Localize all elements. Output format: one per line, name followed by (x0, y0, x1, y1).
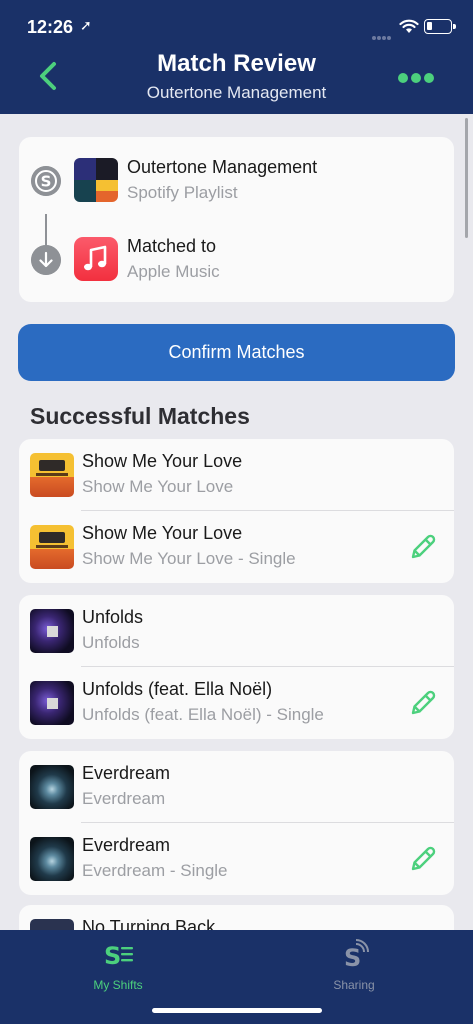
ellipsis-icon[interactable] (398, 70, 440, 83)
original-track-row[interactable]: Unfolds Unfolds (19, 595, 454, 667)
edit-pencil-icon[interactable] (409, 845, 437, 873)
destination-name: Apple Music (127, 262, 220, 281)
status-bar: 12:26 ➚ (0, 0, 473, 50)
page-subtitle: Outertone Management (146, 83, 327, 102)
arrow-down-icon (31, 245, 61, 275)
matched-label: Matched to (127, 236, 217, 256)
tab-label: My Shifts (93, 978, 143, 992)
match-card: No Turning Back (19, 905, 454, 930)
battery-icon (424, 19, 456, 34)
track-artwork (30, 681, 74, 725)
match-card: Everdream Everdream Everdream Everdream … (19, 751, 454, 895)
original-track-row[interactable]: Everdream Everdream (19, 751, 454, 823)
scrollbar[interactable] (465, 118, 468, 238)
track-artwork (30, 837, 74, 881)
svg-text:S: S (344, 944, 361, 970)
section-title: Successful Matches (30, 403, 250, 429)
track-subtitle: Show Me Your Love (82, 477, 234, 496)
wifi-icon (399, 19, 419, 33)
track-title: No Turning Back (82, 917, 216, 930)
track-subtitle: Unfolds (82, 633, 140, 652)
edit-pencil-icon[interactable] (409, 533, 437, 561)
track-title: Show Me Your Love (82, 451, 243, 471)
svg-text:S: S (104, 942, 121, 970)
track-artwork (30, 525, 74, 569)
edit-pencil-icon[interactable] (409, 689, 437, 717)
confirm-matches-button[interactable]: Confirm Matches (18, 324, 455, 381)
sharing-icon: S (344, 939, 369, 970)
shifts-list-icon: S (104, 942, 133, 970)
track-title: Everdream (82, 835, 171, 855)
matched-track-row[interactable]: Everdream Everdream - Single (19, 823, 454, 895)
content-area[interactable]: S Outertone Management Spotify Playlist … (0, 114, 473, 930)
playlist-name: Outertone Management (127, 157, 318, 177)
location-icon: ➚ (80, 17, 92, 33)
status-time: 12:26 (27, 17, 74, 37)
original-track-row[interactable]: Show Me Your Love Show Me Your Love (19, 439, 454, 511)
track-artwork (30, 609, 74, 653)
home-indicator (152, 1008, 322, 1013)
playlist-source: Spotify Playlist (127, 183, 238, 202)
matched-track-row[interactable]: Unfolds (feat. Ella Noël) Unfolds (feat.… (19, 667, 454, 739)
track-title: Unfolds (82, 607, 144, 627)
signal-icon (372, 27, 396, 40)
apple-music-icon (74, 237, 118, 281)
track-subtitle: Everdream - Single (82, 861, 228, 880)
match-card: Unfolds Unfolds Unfolds (feat. Ella Noël… (19, 595, 454, 739)
track-subtitle: Everdream (82, 789, 166, 808)
matched-track-row[interactable]: Show Me Your Love Show Me Your Love - Si… (19, 511, 454, 583)
playlist-artwork (74, 158, 118, 202)
track-artwork (30, 919, 74, 930)
nav-header: 12:26 ➚ Match Review Outertone Managemen… (0, 0, 473, 114)
track-title: Show Me Your Love (82, 523, 243, 543)
track-subtitle: Unfolds (feat. Ella Noël) - Single (82, 705, 324, 724)
shift-logo-icon: S (31, 166, 61, 196)
source-summary-card: S Outertone Management Spotify Playlist … (19, 137, 454, 302)
track-title: Everdream (82, 763, 171, 783)
track-artwork (30, 453, 74, 497)
svg-text:S: S (41, 173, 52, 191)
track-artwork (30, 765, 74, 809)
track-subtitle: Show Me Your Love - Single (82, 549, 296, 568)
tab-label: Sharing (333, 978, 375, 992)
match-card: Show Me Your Love Show Me Your Love Show… (19, 439, 454, 583)
track-title: Unfolds (feat. Ella Noël) (82, 679, 273, 699)
